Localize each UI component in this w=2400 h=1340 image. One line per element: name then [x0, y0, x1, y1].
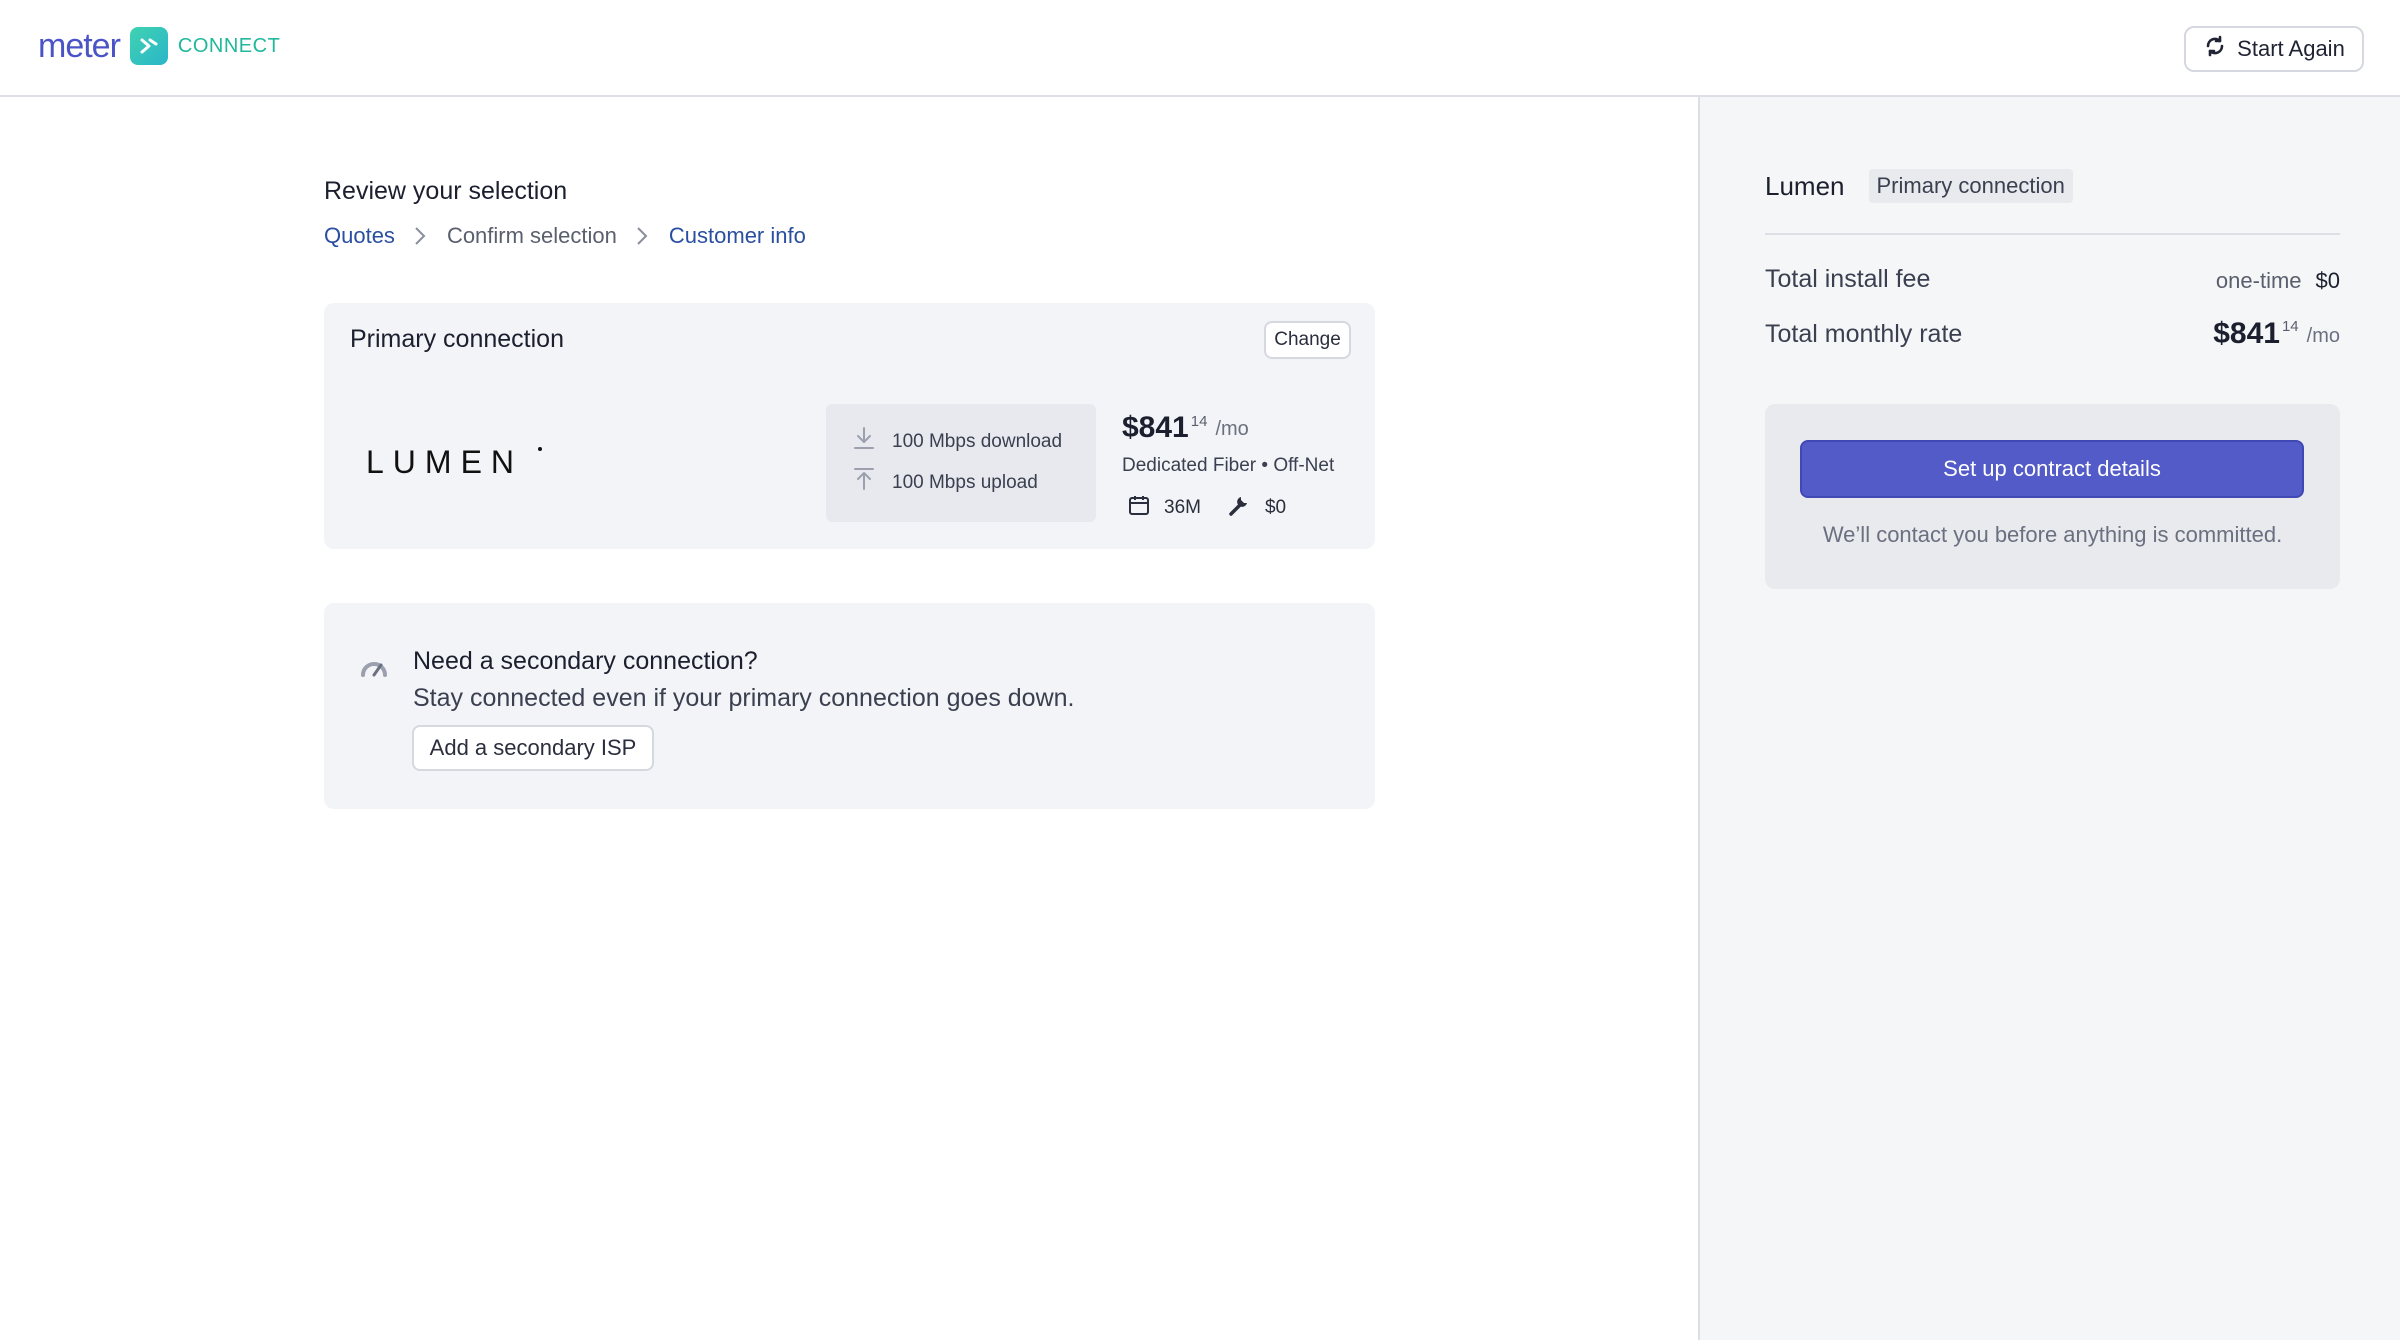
start-again-button[interactable]: Start Again — [2184, 26, 2364, 72]
secondary-connection-card: Need a secondary connection? Stay connec… — [324, 603, 1375, 809]
install-fee-label: Total install fee — [1765, 265, 1931, 293]
cta-note: We’ll contact you before anything is com… — [1822, 522, 2283, 547]
change-button[interactable]: Change — [1264, 321, 1351, 359]
gauge-icon — [360, 655, 388, 684]
brand-logo[interactable]: meter CONNECT — [38, 26, 280, 66]
download-label: 100 Mbps download — [892, 431, 1063, 452]
calendar-icon — [1128, 494, 1150, 522]
connection-badge: Primary connection — [1868, 169, 2073, 203]
upload-label: 100 Mbps upload — [892, 472, 1038, 493]
secondary-title: Need a secondary connection? — [413, 647, 758, 675]
refresh-icon — [2203, 34, 2227, 64]
term-value: 36M — [1164, 497, 1201, 518]
top-bar: meter CONNECT Start Again — [0, 0, 2400, 97]
monthly-rate-period: /mo — [2306, 325, 2340, 347]
install-fee: $0 — [1227, 493, 1286, 523]
cta-panel: Set up contract details We’ll contact yo… — [1765, 404, 2340, 589]
monthly-rate-cents: 14 — [2281, 318, 2299, 335]
connect-logo-icon — [129, 27, 168, 65]
install-fee-total: $0 — [2315, 267, 2340, 293]
install-fee-qualifier: one-time — [2215, 267, 2302, 293]
install-fee-amount: one-time $0 — [2216, 266, 2340, 294]
monthly-rate-amount: $841 14 /mo — [2213, 317, 2340, 351]
monthly-rate-dollars: $841 — [2213, 317, 2280, 350]
breadcrumb: Quotes Confirm selection Customer info — [324, 223, 806, 249]
primary-price: $841 14 /mo — [1122, 411, 1249, 445]
download-speed: 100 Mbps download — [852, 426, 1062, 458]
primary-connection-card: Primary connection Change LUMEN 100 Mbps… — [324, 303, 1375, 549]
contract-meta: 36M $0 — [1128, 493, 1286, 523]
chevron-right-icon — [413, 225, 427, 247]
primary-connection-title: Primary connection — [350, 325, 564, 353]
wrench-icon — [1227, 493, 1251, 523]
monthly-rate-row: Total monthly rate $841 14 /mo — [1765, 317, 2340, 351]
page-title: Review your selection — [324, 177, 568, 205]
start-again-label: Start Again — [2237, 36, 2345, 61]
summary-header: Lumen Primary connection — [1765, 169, 2073, 203]
set-up-contract-button[interactable]: Set up contract details — [1800, 440, 2304, 498]
price-cents: 14 — [1190, 413, 1208, 430]
upload-speed: 100 Mbps upload — [852, 467, 1038, 499]
summary-sidebar: Lumen Primary connection Total install f… — [1698, 97, 2400, 1340]
price-period: /mo — [1215, 418, 1249, 440]
provider-logo: LUMEN — [366, 443, 546, 488]
breadcrumb-quotes[interactable]: Quotes — [324, 223, 395, 249]
secondary-description: Stay connected even if your primary conn… — [413, 684, 1075, 712]
brand-name: meter — [38, 26, 121, 65]
provider-logo-text: LUMEN — [366, 444, 523, 480]
breadcrumb-confirm-selection: Confirm selection — [446, 223, 617, 248]
main-content: Review your selection Quotes Confirm sel… — [0, 97, 1698, 1340]
install-fee-row: Total install fee one-time $0 — [1765, 265, 2340, 294]
download-icon — [852, 426, 876, 458]
summary-provider: Lumen — [1765, 170, 1845, 201]
brand-product: CONNECT — [177, 34, 281, 57]
service-type: Dedicated Fiber • Off-Net — [1122, 455, 1335, 476]
add-secondary-isp-button[interactable]: Add a secondary ISP — [412, 725, 654, 771]
term-length: 36M — [1128, 494, 1201, 522]
breadcrumb-customer-info[interactable]: Customer info — [669, 223, 806, 249]
divider — [1765, 233, 2340, 235]
upload-icon — [852, 467, 876, 499]
price-dollars: $841 — [1122, 411, 1189, 444]
install-fee-value: $0 — [1264, 497, 1287, 518]
monthly-rate-label: Total monthly rate — [1765, 319, 1963, 348]
speed-panel: 100 Mbps download 100 Mbps upload — [826, 404, 1096, 522]
chevron-right-icon — [635, 225, 649, 247]
